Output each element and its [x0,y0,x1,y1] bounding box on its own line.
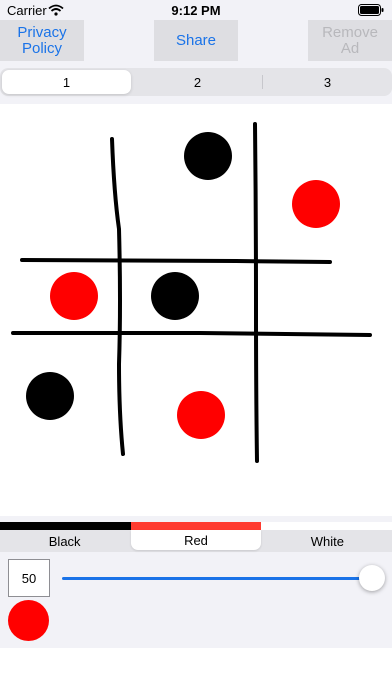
app-screen: Carrier 9:12 PM Privacy Policy Share Rem… [0,0,392,696]
brush-preview [8,600,49,641]
clock: 9:12 PM [171,3,221,18]
bottom-area [0,648,392,696]
drawing-svg[interactable] [0,104,392,516]
color-option-red[interactable]: Red [131,530,261,550]
red-piece [50,272,98,320]
battery-icon [358,4,384,16]
privacy-policy-button[interactable]: Privacy Policy [0,20,84,61]
brush-size-value: 50 [21,570,37,586]
pieces-layer [26,132,340,439]
color-strip-black [0,522,131,530]
share-label: Share [175,31,217,49]
page-tab-2[interactable]: 2 [133,68,262,96]
share-button[interactable]: Share [154,20,238,61]
remove-ad-label: Remove Ad [322,23,378,57]
color-strip-white [261,522,392,530]
black-piece [184,132,232,180]
color-option-label: Black [48,533,81,549]
page-tab-label: 2 [193,74,202,90]
color-strip [0,522,392,530]
color-option-label: Red [184,532,208,548]
color-option-black[interactable]: Black [0,530,129,552]
color-option-white[interactable]: White [263,530,392,552]
color-selector: Black Red White [0,530,392,552]
privacy-policy-label: Privacy Policy [17,23,67,57]
remove-ad-button[interactable]: Remove Ad [308,20,392,61]
grid-line-horizontal-bottom [11,331,372,337]
page-tab-label: 3 [323,74,332,90]
brush-size-slider[interactable] [62,564,388,592]
brush-size-field[interactable]: 50 [8,559,50,597]
red-piece [292,180,340,228]
page-selector: 1 2 3 [0,68,392,96]
page-tab-3[interactable]: 3 [263,68,392,96]
grid-line-vertical-right [253,122,259,463]
drawing-canvas[interactable] [0,104,392,516]
color-strip-red [130,522,262,530]
page-tab-1[interactable]: 1 [2,70,131,94]
black-piece [151,272,199,320]
grid-line-horizontal-top [20,258,332,264]
slider-thumb[interactable] [359,565,385,591]
status-bar: Carrier 9:12 PM [0,0,392,20]
grid-line-vertical-left [110,137,125,456]
black-piece [26,372,74,420]
slider-track [62,577,372,580]
page-tab-label: 1 [62,74,71,90]
color-option-label: White [310,533,344,549]
red-piece [177,391,225,439]
